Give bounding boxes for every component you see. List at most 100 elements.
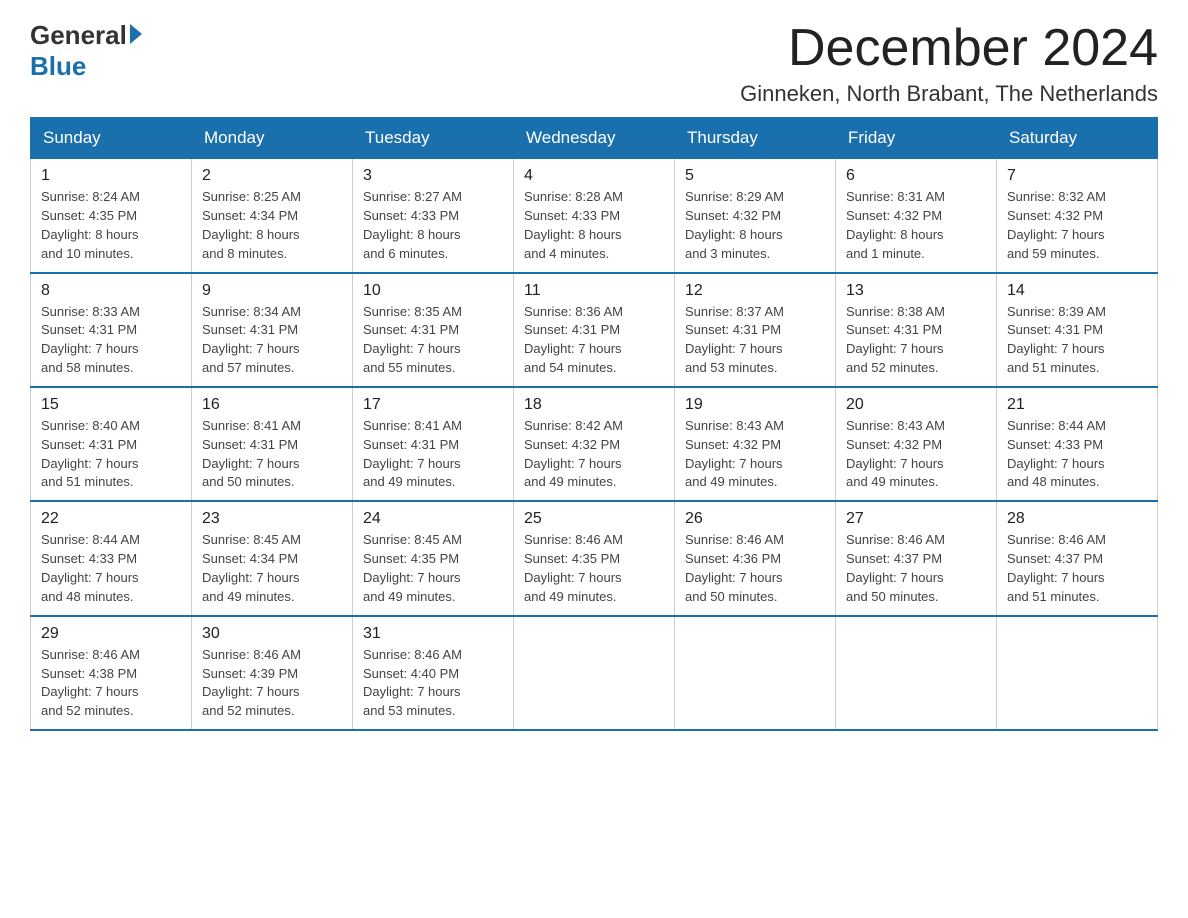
calendar-header-row: SundayMondayTuesdayWednesdayThursdayFrid… — [31, 118, 1158, 159]
day-number: 19 — [685, 396, 825, 414]
day-info: Sunrise: 8:46 AM Sunset: 4:39 PM Dayligh… — [202, 646, 342, 721]
day-info: Sunrise: 8:38 AM Sunset: 4:31 PM Dayligh… — [846, 303, 986, 378]
calendar-cell: 5 Sunrise: 8:29 AM Sunset: 4:32 PM Daylig… — [675, 159, 836, 273]
calendar-cell: 11Sunrise: 8:36 AM Sunset: 4:31 PM Dayli… — [514, 273, 675, 387]
day-info: Sunrise: 8:44 AM Sunset: 4:33 PM Dayligh… — [41, 531, 181, 606]
logo: General Blue — [30, 20, 142, 82]
day-number: 22 — [41, 510, 181, 528]
day-number: 11 — [524, 282, 664, 300]
day-number: 5 — [685, 167, 825, 185]
day-info: Sunrise: 8:46 AM Sunset: 4:37 PM Dayligh… — [846, 531, 986, 606]
calendar-cell: 1 Sunrise: 8:24 AM Sunset: 4:35 PM Daylig… — [31, 159, 192, 273]
calendar-cell: 20Sunrise: 8:43 AM Sunset: 4:32 PM Dayli… — [836, 387, 997, 501]
column-header-tuesday: Tuesday — [353, 118, 514, 159]
calendar-week-row: 15 Sunrise: 8:40 AM Sunset: 4:31 PM Dayli… — [31, 387, 1158, 501]
calendar-week-row: 29 Sunrise: 8:46 AM Sunset: 4:38 PM Dayli… — [31, 616, 1158, 730]
column-header-thursday: Thursday — [675, 118, 836, 159]
day-number: 29 — [41, 625, 181, 643]
day-number: 6 — [846, 167, 986, 185]
day-info: Sunrise: 8:35 AM Sunset: 4:31 PM Dayligh… — [363, 303, 503, 378]
calendar-cell: 3 Sunrise: 8:27 AM Sunset: 4:33 PM Daylig… — [353, 159, 514, 273]
day-number: 16 — [202, 396, 342, 414]
day-info: Sunrise: 8:46 AM Sunset: 4:35 PM Dayligh… — [524, 531, 664, 606]
day-info: Sunrise: 8:41 AM Sunset: 4:31 PM Dayligh… — [202, 417, 342, 492]
day-number: 31 — [363, 625, 503, 643]
day-info: Sunrise: 8:31 AM Sunset: 4:32 PM Dayligh… — [846, 188, 986, 263]
day-number: 9 — [202, 282, 342, 300]
day-info: Sunrise: 8:44 AM Sunset: 4:33 PM Dayligh… — [1007, 417, 1147, 492]
day-number: 4 — [524, 167, 664, 185]
day-info: Sunrise: 8:27 AM Sunset: 4:33 PM Dayligh… — [363, 188, 503, 263]
calendar-week-row: 8Sunrise: 8:33 AM Sunset: 4:31 PM Daylig… — [31, 273, 1158, 387]
calendar-week-row: 22 Sunrise: 8:44 AM Sunset: 4:33 PM Dayli… — [31, 501, 1158, 615]
day-info: Sunrise: 8:41 AM Sunset: 4:31 PM Dayligh… — [363, 417, 503, 492]
day-number: 24 — [363, 510, 503, 528]
day-number: 20 — [846, 396, 986, 414]
calendar-cell: 7 Sunrise: 8:32 AM Sunset: 4:32 PM Daylig… — [997, 159, 1158, 273]
day-info: Sunrise: 8:46 AM Sunset: 4:40 PM Dayligh… — [363, 646, 503, 721]
day-info: Sunrise: 8:46 AM Sunset: 4:37 PM Dayligh… — [1007, 531, 1147, 606]
day-number: 7 — [1007, 167, 1147, 185]
day-info: Sunrise: 8:45 AM Sunset: 4:34 PM Dayligh… — [202, 531, 342, 606]
logo-general-text: General — [30, 20, 127, 51]
day-info: Sunrise: 8:32 AM Sunset: 4:32 PM Dayligh… — [1007, 188, 1147, 263]
day-info: Sunrise: 8:40 AM Sunset: 4:31 PM Dayligh… — [41, 417, 181, 492]
day-info: Sunrise: 8:25 AM Sunset: 4:34 PM Dayligh… — [202, 188, 342, 263]
calendar-cell — [514, 616, 675, 730]
day-info: Sunrise: 8:46 AM Sunset: 4:36 PM Dayligh… — [685, 531, 825, 606]
day-number: 2 — [202, 167, 342, 185]
calendar-cell: 30 Sunrise: 8:46 AM Sunset: 4:39 PM Dayli… — [192, 616, 353, 730]
day-info: Sunrise: 8:34 AM Sunset: 4:31 PM Dayligh… — [202, 303, 342, 378]
calendar-cell: 31 Sunrise: 8:46 AM Sunset: 4:40 PM Dayli… — [353, 616, 514, 730]
calendar-week-row: 1 Sunrise: 8:24 AM Sunset: 4:35 PM Daylig… — [31, 159, 1158, 273]
day-info: Sunrise: 8:37 AM Sunset: 4:31 PM Dayligh… — [685, 303, 825, 378]
calendar-cell: 12 Sunrise: 8:37 AM Sunset: 4:31 PM Dayli… — [675, 273, 836, 387]
day-number: 1 — [41, 167, 181, 185]
calendar-cell: 23 Sunrise: 8:45 AM Sunset: 4:34 PM Dayli… — [192, 501, 353, 615]
calendar-cell: 9 Sunrise: 8:34 AM Sunset: 4:31 PM Daylig… — [192, 273, 353, 387]
day-info: Sunrise: 8:29 AM Sunset: 4:32 PM Dayligh… — [685, 188, 825, 263]
day-info: Sunrise: 8:24 AM Sunset: 4:35 PM Dayligh… — [41, 188, 181, 263]
day-number: 26 — [685, 510, 825, 528]
calendar-cell: 15 Sunrise: 8:40 AM Sunset: 4:31 PM Dayli… — [31, 387, 192, 501]
calendar-cell: 14 Sunrise: 8:39 AM Sunset: 4:31 PM Dayli… — [997, 273, 1158, 387]
day-number: 10 — [363, 282, 503, 300]
column-header-wednesday: Wednesday — [514, 118, 675, 159]
day-info: Sunrise: 8:33 AM Sunset: 4:31 PM Dayligh… — [41, 303, 181, 378]
calendar-cell — [675, 616, 836, 730]
day-number: 28 — [1007, 510, 1147, 528]
calendar-cell — [997, 616, 1158, 730]
day-number: 25 — [524, 510, 664, 528]
day-number: 14 — [1007, 282, 1147, 300]
calendar-cell: 4 Sunrise: 8:28 AM Sunset: 4:33 PM Daylig… — [514, 159, 675, 273]
calendar-cell: 16 Sunrise: 8:41 AM Sunset: 4:31 PM Dayli… — [192, 387, 353, 501]
calendar-title: December 2024 — [740, 20, 1158, 77]
day-number: 13 — [846, 282, 986, 300]
day-number: 12 — [685, 282, 825, 300]
day-number: 30 — [202, 625, 342, 643]
day-number: 21 — [1007, 396, 1147, 414]
calendar-cell: 17 Sunrise: 8:41 AM Sunset: 4:31 PM Dayli… — [353, 387, 514, 501]
calendar-cell: 18Sunrise: 8:42 AM Sunset: 4:32 PM Dayli… — [514, 387, 675, 501]
day-number: 17 — [363, 396, 503, 414]
calendar-cell: 8Sunrise: 8:33 AM Sunset: 4:31 PM Daylig… — [31, 273, 192, 387]
column-header-friday: Friday — [836, 118, 997, 159]
day-info: Sunrise: 8:46 AM Sunset: 4:38 PM Dayligh… — [41, 646, 181, 721]
logo-blue-text: Blue — [30, 51, 86, 82]
calendar-title-section: December 2024 Ginneken, North Brabant, T… — [740, 20, 1158, 107]
calendar-cell: 27Sunrise: 8:46 AM Sunset: 4:37 PM Dayli… — [836, 501, 997, 615]
day-info: Sunrise: 8:28 AM Sunset: 4:33 PM Dayligh… — [524, 188, 664, 263]
calendar-subtitle: Ginneken, North Brabant, The Netherlands — [740, 81, 1158, 107]
day-number: 15 — [41, 396, 181, 414]
calendar-cell: 25 Sunrise: 8:46 AM Sunset: 4:35 PM Dayli… — [514, 501, 675, 615]
day-number: 23 — [202, 510, 342, 528]
day-number: 18 — [524, 396, 664, 414]
day-info: Sunrise: 8:39 AM Sunset: 4:31 PM Dayligh… — [1007, 303, 1147, 378]
day-info: Sunrise: 8:45 AM Sunset: 4:35 PM Dayligh… — [363, 531, 503, 606]
calendar-cell — [836, 616, 997, 730]
calendar-cell: 2 Sunrise: 8:25 AM Sunset: 4:34 PM Daylig… — [192, 159, 353, 273]
day-number: 3 — [363, 167, 503, 185]
calendar-cell: 19Sunrise: 8:43 AM Sunset: 4:32 PM Dayli… — [675, 387, 836, 501]
calendar-cell: 21 Sunrise: 8:44 AM Sunset: 4:33 PM Dayli… — [997, 387, 1158, 501]
calendar-cell: 13 Sunrise: 8:38 AM Sunset: 4:31 PM Dayli… — [836, 273, 997, 387]
